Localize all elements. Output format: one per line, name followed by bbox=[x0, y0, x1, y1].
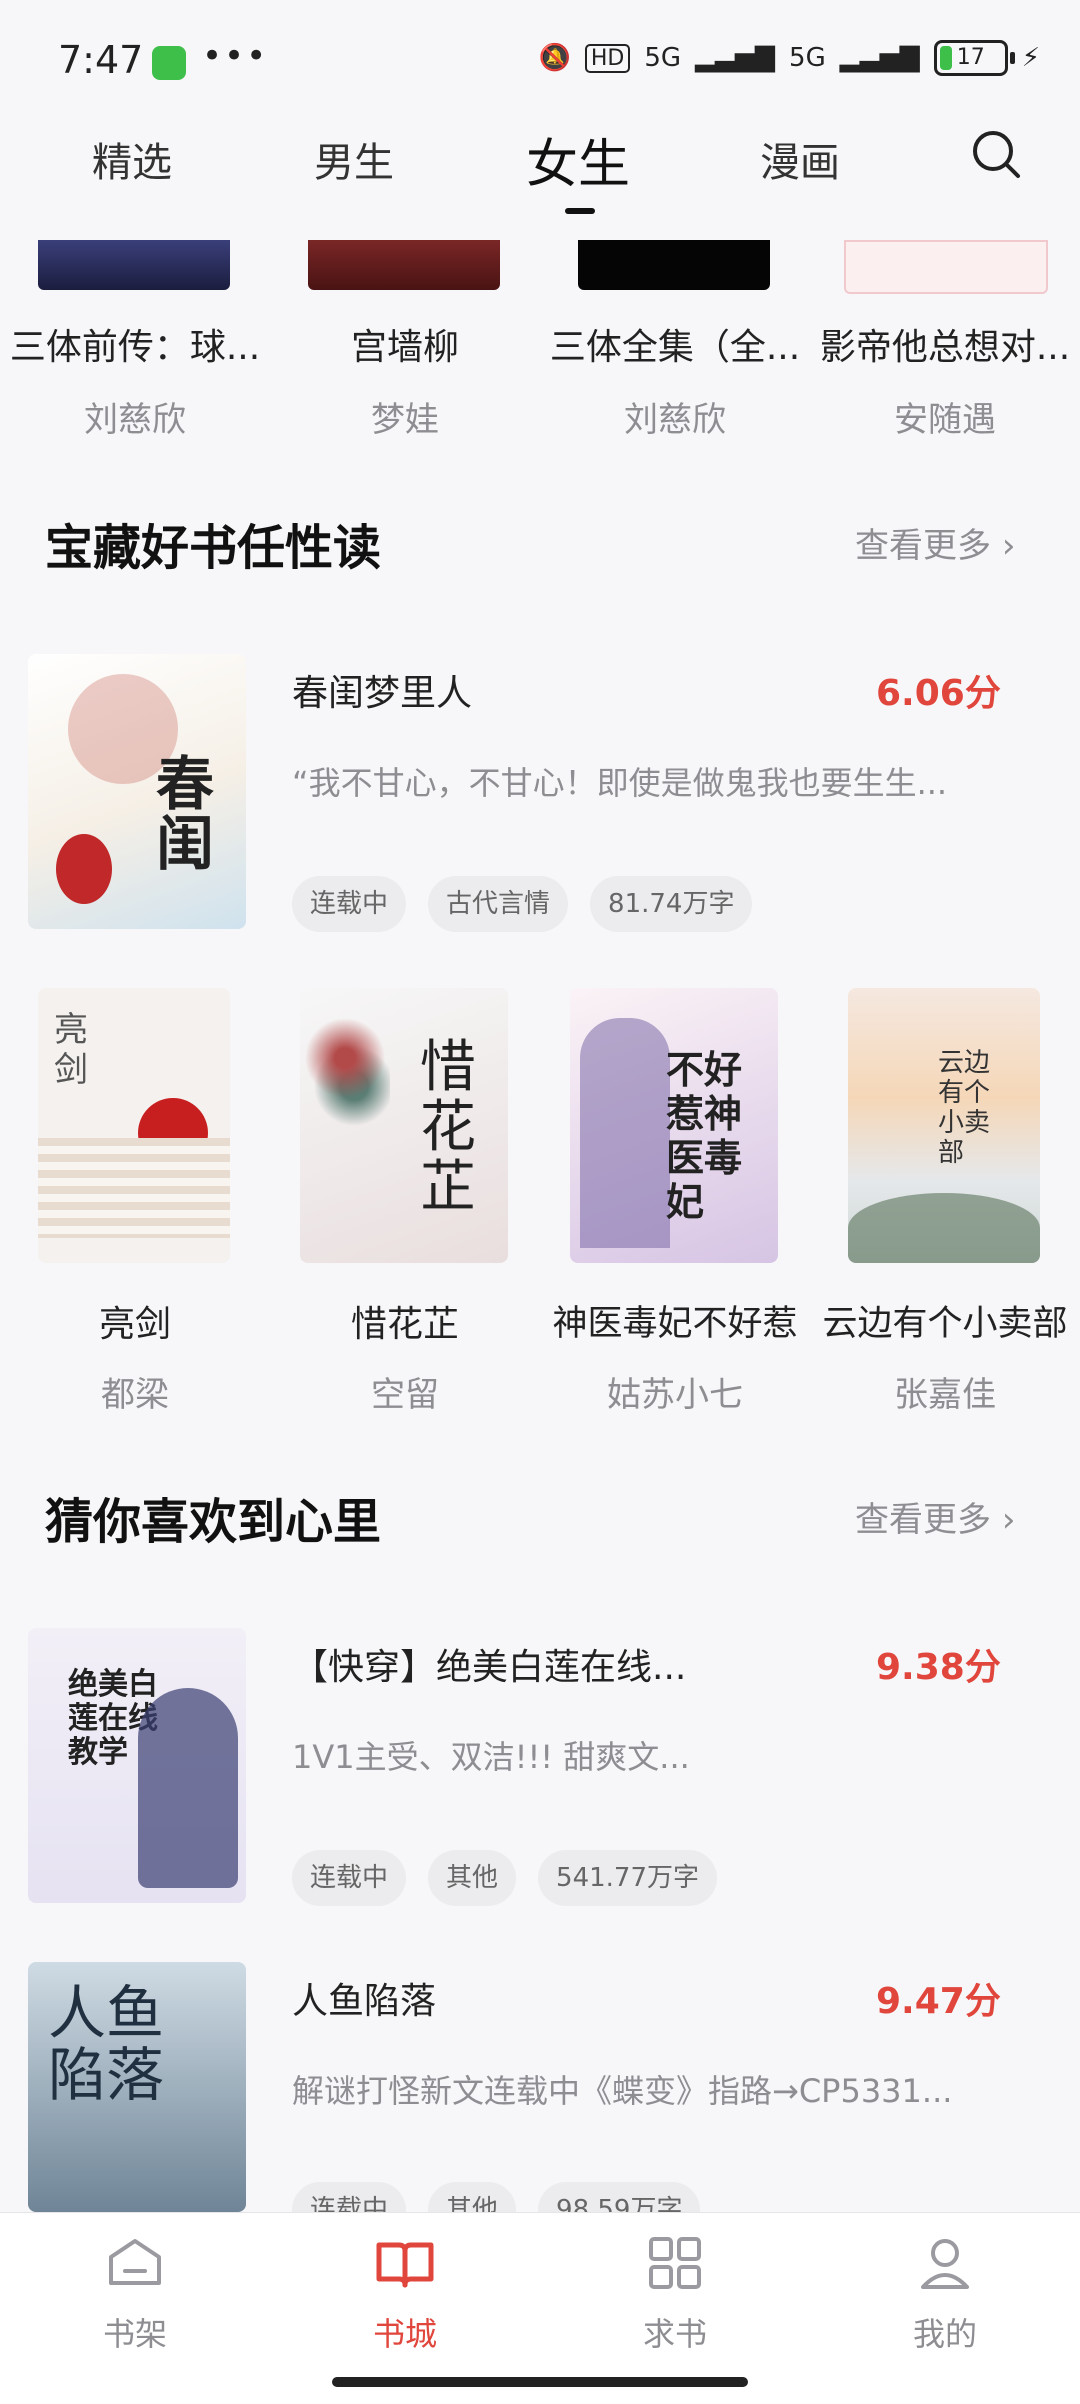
cover-figure bbox=[580, 1018, 670, 1248]
book-cover[interactable] bbox=[38, 240, 230, 290]
cover-title: 亮剑 bbox=[54, 1010, 88, 1090]
cover-title: 人鱼陷落 bbox=[48, 1979, 165, 2109]
person-icon bbox=[921, 2239, 969, 2289]
battery-icon: 17 bbox=[933, 40, 1015, 76]
active-tab-indicator bbox=[565, 208, 595, 214]
signal-bars-icon-2: ▂▃▅▇ bbox=[839, 43, 920, 73]
book-title[interactable]: 人鱼陷落 bbox=[292, 1972, 436, 2024]
tag-status: 连载中 bbox=[292, 876, 407, 932]
book-description: “我不甘心，不甘心！即使是做鬼我也要生生... bbox=[292, 764, 948, 802]
book-tags: 连载中 古代言情 81.74万字 bbox=[292, 876, 753, 932]
book-author: 空留 bbox=[371, 1375, 439, 1415]
nav-label: 书城 bbox=[372, 2315, 437, 2353]
book-author: 姑苏小七 bbox=[607, 1375, 743, 1415]
cover-decoration bbox=[38, 1138, 230, 1238]
bottom-navigation: 书架 书城 求书 我的 bbox=[0, 2212, 1080, 2404]
book-cover[interactable]: 惜花芷 bbox=[300, 988, 508, 1263]
cover-title: 春闺 bbox=[156, 750, 215, 878]
book-cover[interactable] bbox=[844, 240, 1048, 294]
book-title[interactable]: 云边有个小卖部 bbox=[810, 1295, 1080, 1346]
section-title: 猜你喜欢到心里 bbox=[45, 1494, 382, 1550]
book-title[interactable]: 亮剑 bbox=[0, 1295, 270, 1347]
see-more-label: 查看更多 bbox=[855, 1500, 991, 1540]
signal-5g-2: 5G bbox=[789, 43, 826, 73]
book-author: 张嘉佳 bbox=[894, 1375, 996, 1415]
nav-label: 我的 bbox=[912, 2315, 977, 2353]
book-title[interactable]: 【快穿】绝美白莲在线... bbox=[292, 1638, 686, 1690]
book-author: 安随遇 bbox=[894, 400, 996, 440]
nav-bookshelf[interactable]: 书架 bbox=[65, 2233, 205, 2355]
charging-app-icon bbox=[152, 46, 186, 80]
status-bar: 7:47 ••• 🔕 HD 5G ▂▃▅▇ 5G ▂▃▅▇ 17 ⚡ bbox=[0, 0, 1080, 120]
see-more-label: 查看更多 bbox=[855, 526, 991, 566]
tag-wordcount: 541.77万字 bbox=[538, 1850, 718, 1906]
nav-bookstore[interactable]: 书城 bbox=[335, 2233, 475, 2355]
book-cover[interactable] bbox=[578, 240, 770, 290]
tab-featured[interactable]: 精选 bbox=[92, 130, 172, 188]
hd-badge: HD bbox=[584, 43, 631, 73]
status-time: 7:47 bbox=[58, 38, 144, 82]
book-cover[interactable]: 云边有个小卖部 bbox=[848, 988, 1040, 1263]
cover-title: 惜花芷 bbox=[420, 1035, 476, 1220]
mute-icon: 🔕 bbox=[538, 43, 571, 73]
bookshelf-icon bbox=[109, 2239, 161, 2285]
signal-bars-icon-1: ▂▃▅▇ bbox=[695, 43, 776, 73]
book-score: 9.47分 bbox=[876, 1981, 1001, 2022]
cover-decoration bbox=[848, 1193, 1040, 1263]
chevron-right-icon: › bbox=[1001, 526, 1016, 566]
tag-genre: 古代言情 bbox=[428, 876, 569, 932]
book-description: 解谜打怪新文连载中《蝶变》指路→CP5331... bbox=[292, 2072, 953, 2110]
book-title[interactable]: 惜花芷 bbox=[270, 1295, 540, 1347]
book-cover[interactable]: 亮剑 bbox=[38, 988, 230, 1263]
tab-female[interactable]: 女生 bbox=[526, 122, 630, 197]
book-title[interactable]: 影帝他总想对... bbox=[810, 318, 1080, 370]
cover-seal bbox=[56, 834, 112, 904]
status-icons: 🔕 HD 5G ▂▃▅▇ 5G ▂▃▅▇ 17 ⚡ bbox=[538, 40, 1040, 76]
grid-icon bbox=[649, 2237, 701, 2289]
signal-5g-1: 5G bbox=[644, 43, 682, 73]
nav-request-book[interactable]: 求书 bbox=[605, 2233, 745, 2355]
cover-title: 不好惹神医毒妃 bbox=[666, 1048, 743, 1224]
nav-label: 书架 bbox=[102, 2315, 167, 2353]
tag-status: 连载中 bbox=[292, 1850, 407, 1906]
see-more-link[interactable]: 查看更多 › bbox=[855, 1492, 1015, 1541]
book-cover[interactable]: 绝美白莲在线教学 bbox=[28, 1628, 246, 1903]
search-icon[interactable] bbox=[970, 128, 1022, 180]
section-title: 宝藏好书任性读 bbox=[45, 520, 382, 576]
book-title[interactable]: 神医毒妃不好惹 bbox=[540, 1295, 810, 1346]
cover-title: 云边有个小卖部 bbox=[938, 1048, 991, 1168]
open-book-icon bbox=[376, 2242, 434, 2288]
book-cover[interactable]: 不好惹神医毒妃 bbox=[570, 988, 778, 1263]
book-title[interactable]: 宫墙柳 bbox=[270, 318, 540, 370]
book-title[interactable]: 春闺梦里人 bbox=[292, 664, 472, 716]
book-cover[interactable] bbox=[308, 240, 500, 290]
battery-level: 17 bbox=[956, 45, 985, 70]
home-indicator[interactable] bbox=[332, 2377, 748, 2387]
book-author: 刘慈欣 bbox=[624, 400, 726, 440]
book-cover[interactable]: 人鱼陷落 bbox=[28, 1962, 246, 2212]
book-title[interactable]: 三体前传：球... bbox=[0, 318, 270, 370]
book-author: 都梁 bbox=[101, 1375, 169, 1415]
tab-male[interactable]: 男生 bbox=[314, 130, 394, 188]
chevron-right-icon: › bbox=[1001, 1500, 1016, 1540]
tag-genre: 其他 bbox=[428, 1850, 517, 1906]
cover-decoration bbox=[300, 988, 390, 1128]
tag-wordcount: 81.74万字 bbox=[590, 876, 753, 932]
tab-comics[interactable]: 漫画 bbox=[760, 130, 840, 188]
nav-label: 求书 bbox=[642, 2315, 707, 2353]
nav-profile[interactable]: 我的 bbox=[875, 2233, 1015, 2355]
book-title[interactable]: 三体全集（全... bbox=[540, 318, 810, 370]
book-score: 6.06分 bbox=[876, 673, 1001, 714]
book-description: 1V1主受、双洁!!! 甜爽文... bbox=[292, 1738, 690, 1776]
book-score: 9.38分 bbox=[876, 1647, 1001, 1688]
book-author: 刘慈欣 bbox=[84, 400, 186, 440]
see-more-link[interactable]: 查看更多 › bbox=[855, 518, 1015, 567]
book-tags: 连载中 其他 541.77万字 bbox=[292, 1850, 718, 1906]
more-notifications-icon: ••• bbox=[202, 36, 269, 76]
charging-icon: ⚡ bbox=[1021, 43, 1040, 73]
cover-figure bbox=[138, 1688, 238, 1888]
book-author: 梦娃 bbox=[371, 400, 439, 440]
book-cover[interactable]: 春闺 bbox=[28, 654, 246, 929]
top-tab-bar: 精选 男生 女生 漫画 bbox=[0, 120, 1080, 240]
